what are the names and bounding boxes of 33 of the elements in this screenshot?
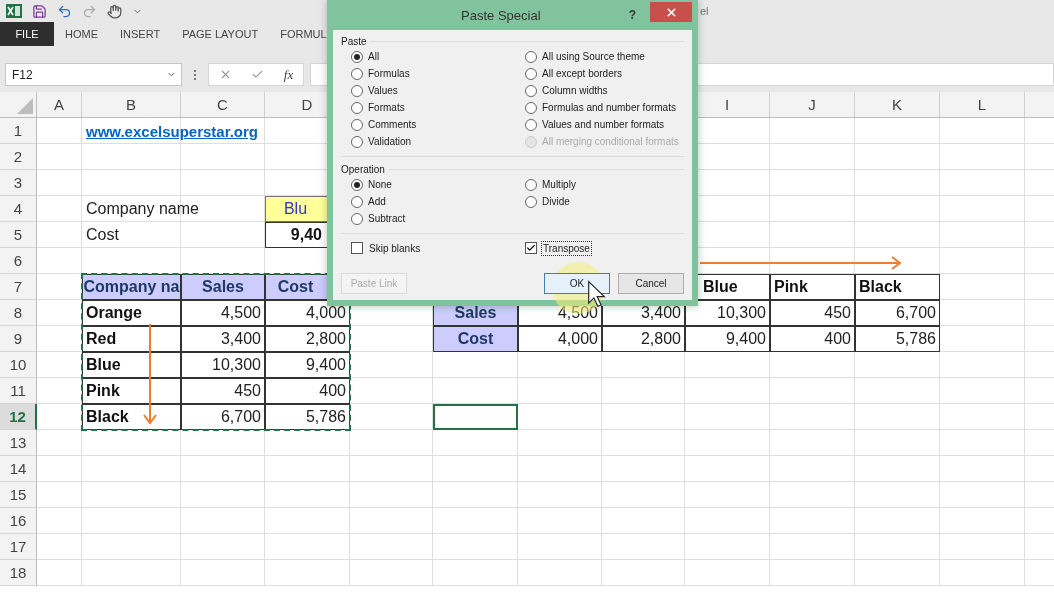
table-cell: Black bbox=[855, 274, 940, 300]
table-cell: Company na bbox=[82, 274, 181, 300]
table-cell: 9,400 bbox=[265, 352, 350, 378]
table-cell: Sales bbox=[181, 274, 265, 300]
table-cell: 10,300 bbox=[685, 300, 770, 326]
table-cell: 10,300 bbox=[181, 352, 265, 378]
table-cell: 450 bbox=[181, 378, 265, 404]
table-cell: Black bbox=[82, 404, 181, 430]
table-cell-text: Company name bbox=[85, 199, 200, 219]
table-cell: Orange bbox=[82, 300, 181, 326]
table-cell: 2,800 bbox=[602, 326, 685, 352]
table-cell: Pink bbox=[82, 378, 181, 404]
table-cell: 5,786 bbox=[855, 326, 940, 352]
table-cell: Blue bbox=[82, 352, 181, 378]
table-cell: 2,800 bbox=[265, 326, 350, 352]
table-cell: 3,400 bbox=[181, 326, 265, 352]
table-cell: 4,500 bbox=[181, 300, 265, 326]
table-cell: Cost bbox=[433, 326, 518, 352]
table-cell-text: Cost bbox=[85, 225, 120, 245]
table-cell: 4,000 bbox=[518, 326, 602, 352]
table-cell: 400 bbox=[265, 378, 350, 404]
table-cell: 5,786 bbox=[265, 404, 350, 430]
table-cell: 6,700 bbox=[855, 300, 940, 326]
table-cell: Pink bbox=[770, 274, 855, 300]
table-cell: 6,700 bbox=[181, 404, 265, 430]
table-cell: 450 bbox=[770, 300, 855, 326]
window-title: el bbox=[700, 5, 709, 17]
group-label: Operation bbox=[341, 163, 385, 175]
group-label: Paste bbox=[341, 35, 367, 47]
dialog-title: Paste Special bbox=[460, 7, 542, 23]
table-cell: Red bbox=[82, 326, 181, 352]
table-cell: 9,400 bbox=[685, 326, 770, 352]
table-cell: 400 bbox=[770, 326, 855, 352]
